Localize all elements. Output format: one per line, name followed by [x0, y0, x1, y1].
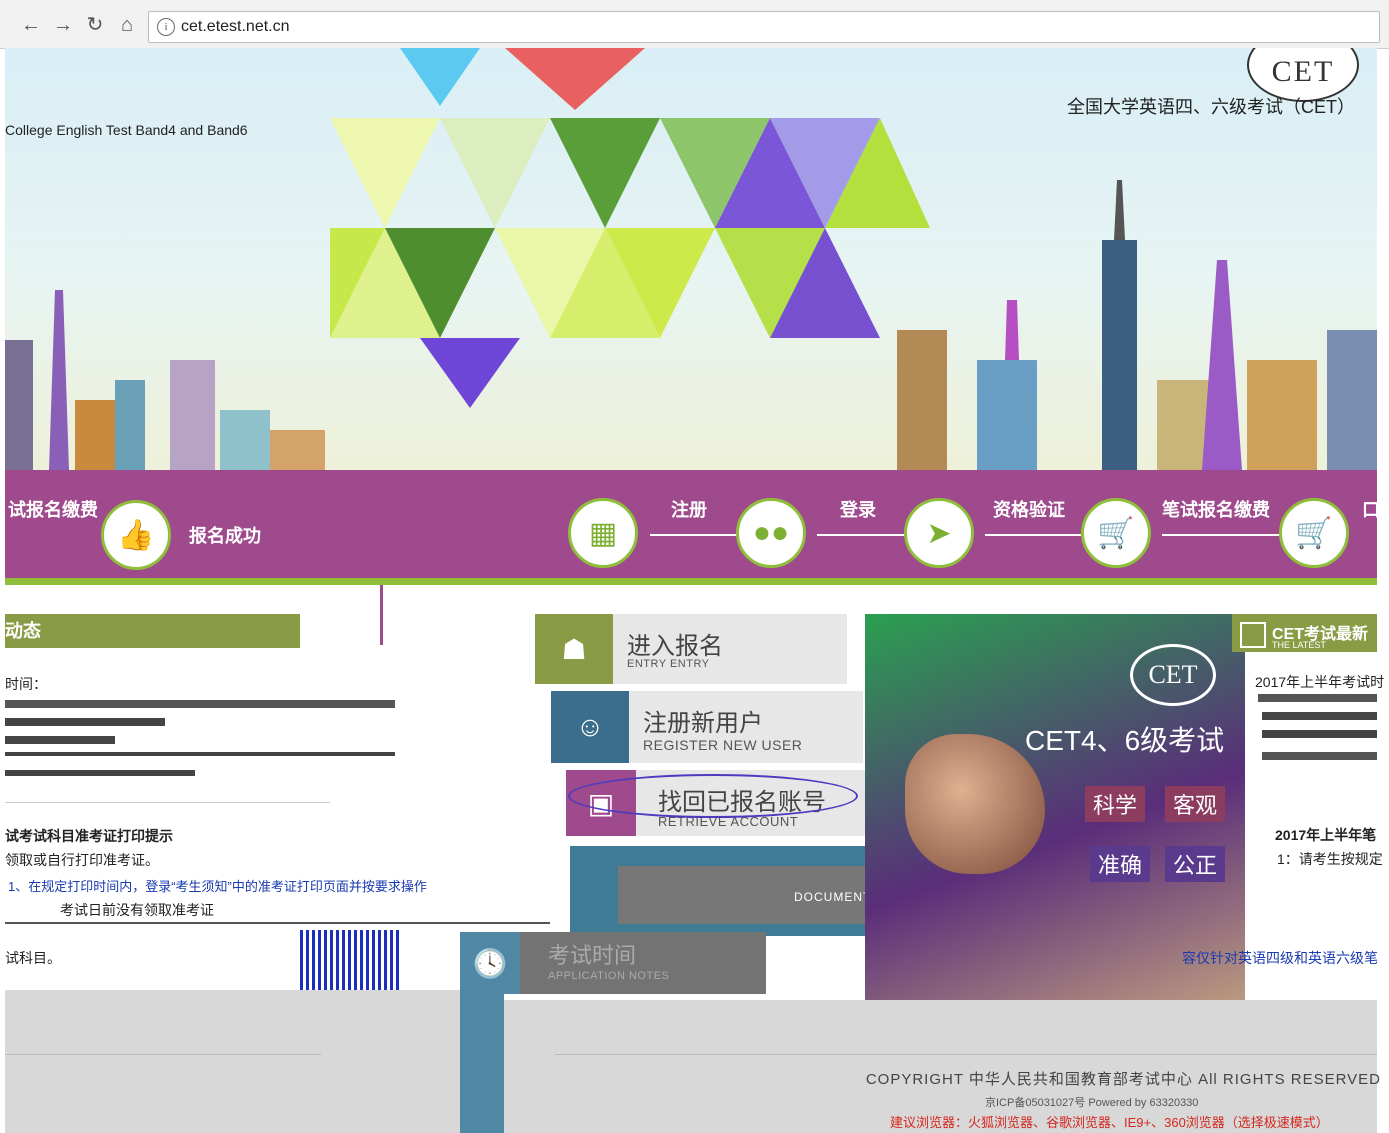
add-user-icon: ☺ [551, 691, 629, 763]
exam-schedule-button[interactable]: 🕓 考试时间 APPLICATION NOTES [460, 932, 766, 994]
news-article-title[interactable]: 试考试科目准考证打印提示 [5, 826, 173, 846]
enter-icon: ☗ [535, 614, 613, 684]
retrieve-account-button[interactable]: ▣ 找回已报名账号 RETRIEVE ACCOUNT [566, 770, 878, 836]
city-skyline-left [5, 290, 325, 470]
home-icon[interactable]: ⌂ [116, 14, 138, 36]
step-label-verify: 资格验证 [993, 500, 1065, 520]
verify-icon[interactable]: ➤ [904, 498, 974, 568]
step-label-login: 登录 [840, 500, 876, 520]
step-connector [650, 534, 738, 536]
latest-tab-sublabel: THE LATEST [1272, 640, 1326, 650]
cet-seal-logo: CET [1130, 644, 1216, 706]
enter-registration-label: 进入报名 [627, 633, 723, 660]
latest-item[interactable]: 2017年上半年笔 [1275, 825, 1376, 845]
news-article-line: 试科目。 [5, 950, 61, 966]
thumbs-up-icon[interactable]: 👍 [101, 500, 171, 570]
divider [5, 1054, 321, 1055]
site-info-icon[interactable]: i [157, 18, 175, 36]
news-tab[interactable]: 动态 [5, 614, 300, 648]
news-article-line: 领取或自行打印准考证。 [5, 852, 159, 868]
glitch-block [300, 930, 400, 990]
divider [5, 802, 330, 803]
latest-news-tab[interactable]: CET考试最新 THE LATEST [1232, 614, 1377, 652]
register-new-user-sublabel: REGISTER NEW USER [643, 737, 803, 753]
forward-arrow-icon[interactable]: → [52, 14, 74, 36]
latest-item[interactable]: 2017年上半年考试时 [1255, 672, 1384, 692]
step-label-success: 报名成功 [189, 526, 261, 546]
register-new-user-label: 注册新用户 [643, 710, 763, 737]
cart-plus-icon[interactable]: 🛒 [1279, 498, 1349, 568]
step-label-pay: 笔试报名缴费 [1162, 500, 1270, 520]
browser-recommendation: 建议浏览器：火狐浏览器、谷歌浏览器、IE9+、360浏览器（选择极速模式） [890, 1115, 1329, 1130]
step-label-register: 注册 [671, 500, 707, 520]
step-connector [985, 534, 1081, 536]
promo-headline: CET4、6级考试 [1025, 725, 1225, 756]
divider [5, 922, 550, 924]
redacted-line [1258, 694, 1377, 702]
register-new-user-button[interactable]: ☺ 注册新用户 REGISTER NEW USER [551, 691, 863, 763]
promo-tag: 公正 [1165, 846, 1226, 882]
banner-subtitle: College English Test Band4 and Band6 [5, 122, 248, 138]
news-article-line: 考试日前没有领取准考证 [60, 902, 214, 918]
triangle-decoration [420, 338, 520, 408]
redacted-line [1262, 752, 1377, 760]
step-connector [817, 534, 905, 536]
id-card-icon[interactable]: ▦ [568, 498, 638, 568]
reload-icon[interactable]: ↻ [84, 14, 106, 36]
redacted-line [5, 770, 195, 776]
registration-steps-bar: 试报名缴费 👍 报名成功 ▦ 注册 ●● 登录 ➤ 资格验证 🛒 笔试报名缴费 … [5, 470, 1380, 585]
redacted-line [1262, 712, 1377, 720]
step-label-oral: 口 [1362, 500, 1380, 520]
exam-schedule-label: 考试时间 [548, 943, 637, 968]
news-article-line[interactable]: 1、在规定打印时间内，登录“考生须知”中的准考证打印页面并按要求操作 [8, 876, 427, 895]
news-time-label: 时间： [5, 676, 47, 692]
clock-icon: 🕓 [460, 932, 520, 994]
news-icon [1240, 622, 1266, 648]
triangle-decoration [400, 48, 480, 106]
steps-underline [5, 578, 1377, 585]
enter-registration-button[interactable]: ☗ 进入报名 ENTRY ENTRY [535, 614, 847, 684]
hero-banner: CET 全国大学英语四、六级考试（CET） College English Te… [5, 48, 1377, 470]
latest-item: 1：请考生按规定 [1277, 851, 1383, 867]
redacted-line [5, 700, 395, 708]
promo-tag: 客观 [1165, 786, 1226, 822]
highlight-ellipse [568, 774, 858, 818]
copyright-text: COPYRIGHT 中华人民共和国教育部考试中心 All RIGHTS RESE… [865, 1071, 1381, 1088]
side-strip [460, 994, 504, 1133]
site-title: 全国大学英语四、六级考试（CET） [1067, 97, 1355, 117]
triangle-mosaic [330, 118, 930, 338]
redacted-line [5, 752, 395, 756]
redacted-line [5, 718, 165, 726]
cart-icon[interactable]: 🛒 [1081, 498, 1151, 568]
back-arrow-icon[interactable]: ← [20, 14, 42, 36]
city-skyline-right [897, 180, 1377, 470]
users-icon[interactable]: ●● [736, 498, 806, 568]
hand-pen-illustration [905, 734, 1045, 874]
divider [555, 1054, 1377, 1055]
browser-toolbar: ← → ↻ ⌂ i cet.etest.net.cn [0, 0, 1389, 49]
promo-tag: 准确 [1090, 846, 1151, 882]
icp-text: 京ICP备05031027号 Powered by 63320330 [985, 1097, 1199, 1109]
exam-schedule-sublabel: APPLICATION NOTES [548, 970, 670, 982]
left-footer-panel [5, 990, 500, 1133]
latest-notice[interactable]: 容仅针对英语四级和英语六级笔 [1182, 948, 1378, 968]
step-label-left: 试报名缴费 [8, 500, 98, 520]
redacted-line [5, 736, 115, 744]
step-connector [1162, 534, 1280, 536]
enter-registration-sublabel: ENTRY ENTRY [627, 658, 710, 670]
promo-tag: 科学 [1085, 786, 1146, 822]
address-bar[interactable]: i cet.etest.net.cn [148, 11, 1380, 43]
divider [380, 585, 383, 645]
url-text[interactable]: cet.etest.net.cn [181, 18, 290, 36]
redacted-line [1262, 730, 1377, 738]
triangle-decoration [505, 48, 645, 110]
